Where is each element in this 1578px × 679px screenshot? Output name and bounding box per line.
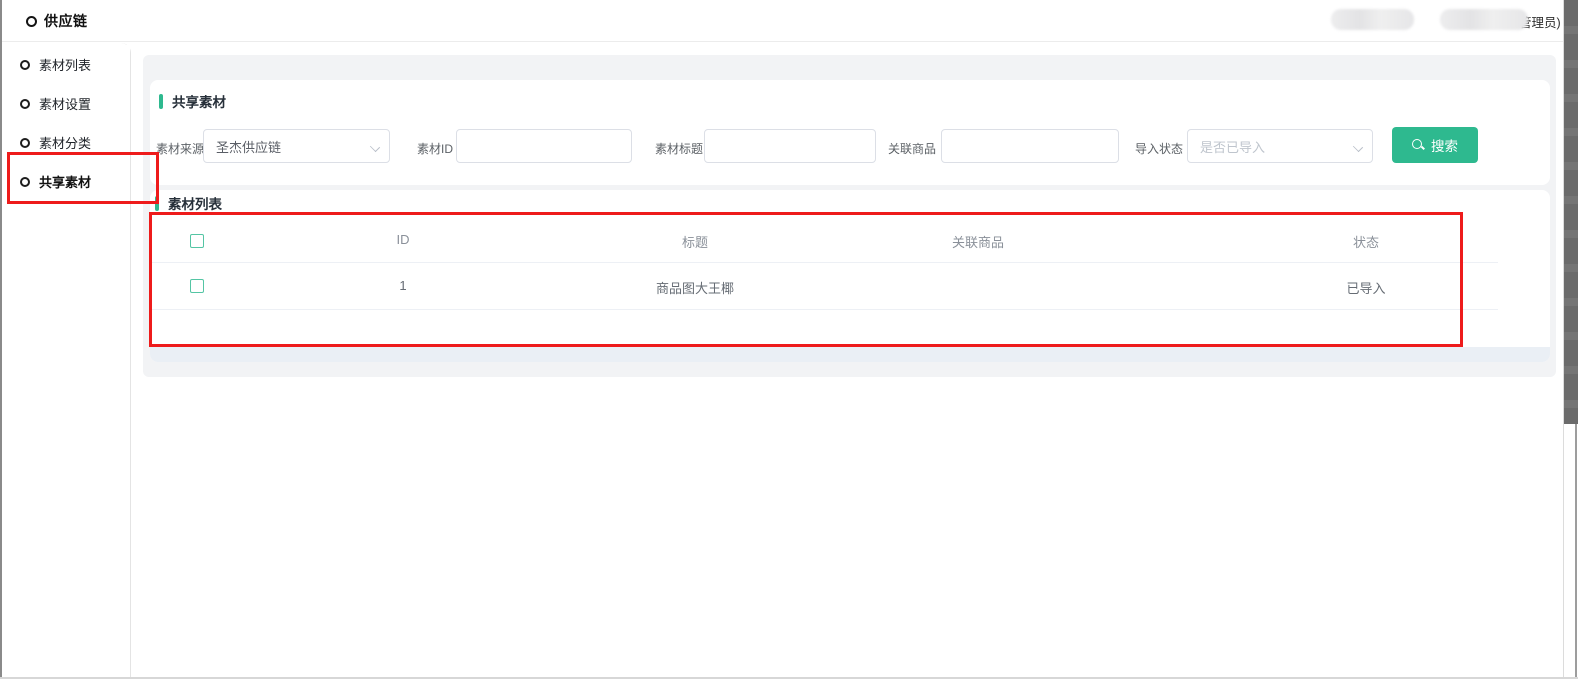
blurred-username[interactable] (1440, 9, 1528, 30)
search-icon (1412, 139, 1425, 152)
window-left-edge (0, 0, 2, 679)
material-title-input[interactable] (704, 129, 876, 163)
section-accent-bar (155, 196, 159, 211)
circle-icon (20, 138, 30, 148)
chevron-down-icon (1354, 143, 1362, 151)
filter-section-header: 共享素材 (159, 91, 226, 111)
section-accent-bar (159, 94, 163, 109)
brand-name: 供应链 (44, 11, 88, 31)
brand-logo: 供应链 (26, 0, 88, 42)
blurred-app-name[interactable] (1331, 9, 1414, 30)
search-button[interactable]: 搜索 (1392, 127, 1478, 163)
related-product-input[interactable] (941, 129, 1119, 163)
circle-icon (20, 60, 30, 70)
material-id-input[interactable] (456, 129, 632, 163)
list-section-header: 素材列表 (155, 193, 222, 213)
scrollbar-thumb[interactable] (1564, 0, 1578, 424)
import-status-label: 导入状态 (1135, 140, 1183, 157)
row-checkbox[interactable] (190, 279, 204, 293)
material-title-label: 素材标题 (655, 140, 703, 157)
shared-material-filter-card: 共享素材 素材来源 圣杰供应链 素材ID 素材标题 关联商品 导入状态 是否已导… (150, 80, 1550, 185)
select-all-checkbox[interactable] (190, 234, 204, 248)
top-header: 供应链 (0, 0, 1564, 42)
source-select[interactable]: 圣杰供应链 (203, 129, 390, 163)
circle-icon (20, 177, 30, 187)
filter-section-title: 共享素材 (172, 91, 226, 111)
sidebar: 素材列表 素材设置 素材分类 共享素材 (0, 43, 131, 679)
related-product-label: 关联商品 (888, 140, 936, 157)
scrollbar-track (1575, 424, 1577, 679)
circle-icon (20, 99, 30, 109)
brand-circle-icon (26, 16, 37, 27)
material-list-card: 素材列表 (150, 190, 1550, 362)
sidebar-item-material-list[interactable]: 素材列表 (0, 45, 130, 84)
sidebar-item-material-category[interactable]: 素材分类 (0, 123, 130, 162)
material-id-label: 素材ID (417, 140, 453, 157)
source-label: 素材来源 (156, 140, 204, 157)
scrollbar[interactable] (1563, 0, 1578, 679)
sidebar-item-material-settings[interactable]: 素材设置 (0, 84, 130, 123)
sidebar-item-shared-material[interactable]: 共享素材 (0, 162, 130, 201)
list-section-title: 素材列表 (168, 193, 222, 213)
chevron-down-icon (371, 143, 379, 151)
import-status-select[interactable]: 是否已导入 (1187, 129, 1373, 163)
